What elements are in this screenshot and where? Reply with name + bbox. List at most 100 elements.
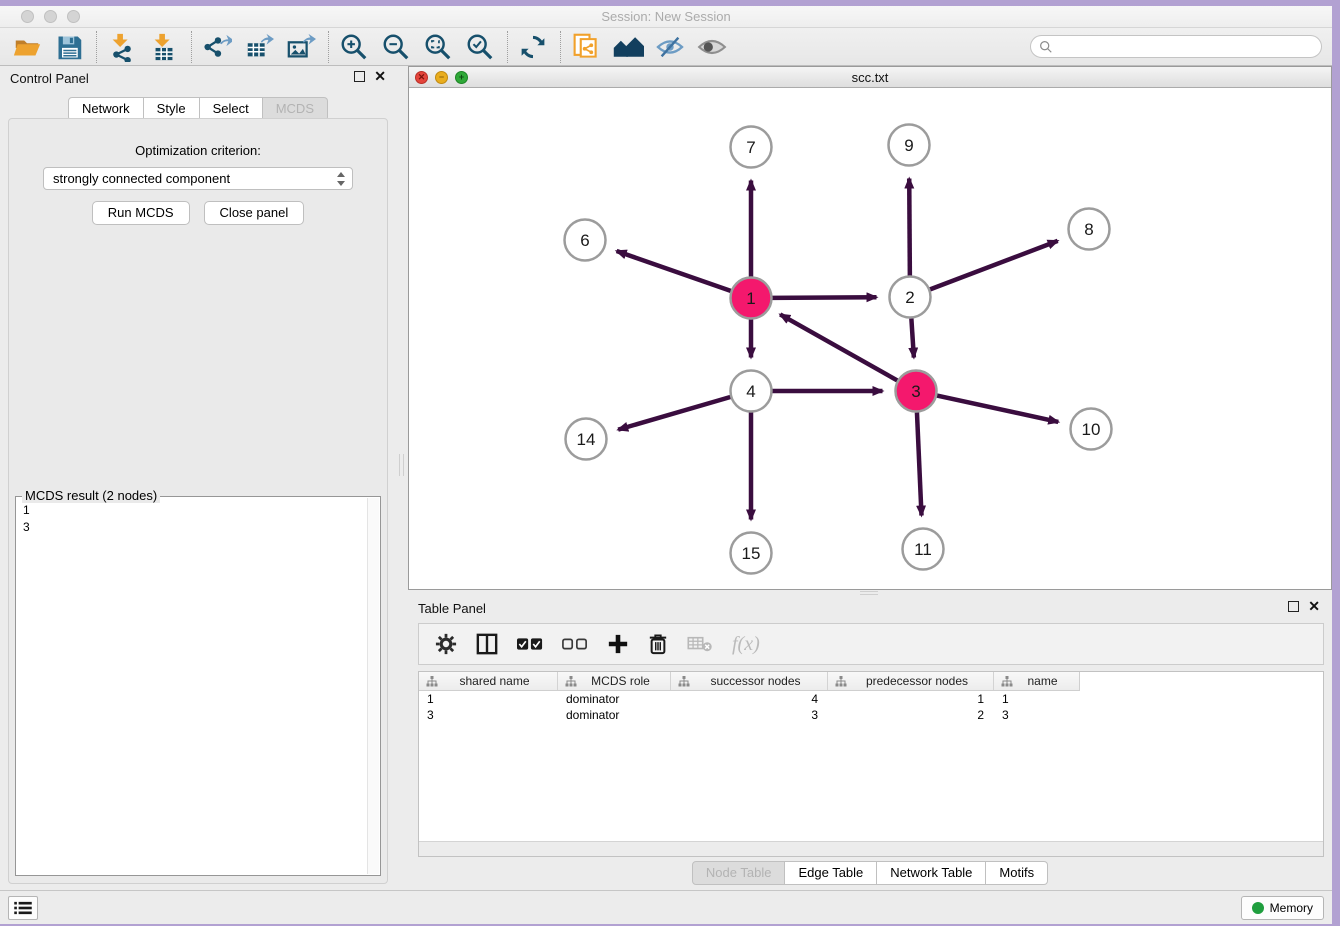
delete-table-icon (687, 635, 713, 653)
column-header-shared-name[interactable]: shared name (419, 672, 558, 690)
table-row[interactable]: 1dominator411 (419, 691, 1323, 707)
export-image-button[interactable] (284, 31, 318, 63)
close-panel-icon[interactable]: ✕ (1308, 601, 1320, 612)
table-cell: 1 (828, 691, 994, 707)
application-window: Session: New Session (0, 6, 1332, 924)
column-header-name[interactable]: name (994, 672, 1078, 690)
tab-motifs[interactable]: Motifs (986, 861, 1048, 885)
graph-node-label: 3 (911, 382, 920, 401)
zoom-selected-button[interactable] (463, 31, 497, 63)
graph-node-6[interactable]: 6 (565, 220, 606, 261)
node-table: shared nameMCDS role successor nodesprede… (418, 671, 1324, 857)
graph-edge-2-9[interactable] (909, 178, 910, 275)
search-field[interactable] (1030, 35, 1322, 58)
optimization-criterion-dropdown[interactable]: strongly connected component (43, 167, 353, 190)
graph-edge-4-14[interactable] (618, 397, 730, 430)
table-horizontal-scrollbar[interactable] (419, 841, 1323, 856)
column-label: successor nodes (690, 674, 827, 688)
clone-network-icon (572, 32, 600, 62)
split-columns-button[interactable] (476, 631, 498, 657)
add-column-button[interactable] (607, 631, 629, 657)
gear-icon (435, 633, 457, 655)
vertical-splitter-handle[interactable] (399, 454, 404, 476)
toolbar-separator (96, 31, 97, 63)
import-network-button[interactable] (105, 31, 139, 63)
home-layout-button[interactable] (611, 31, 645, 63)
column-header-MCDS-role[interactable]: MCDS role (558, 672, 671, 690)
refresh-button[interactable] (516, 31, 550, 63)
tab-node-table[interactable]: Node Table (692, 861, 786, 885)
tab-edge-table[interactable]: Edge Table (785, 861, 877, 885)
delete-column-button[interactable] (648, 631, 668, 657)
show-all-button[interactable] (695, 31, 729, 63)
graph-edge-2-3[interactable] (911, 318, 913, 357)
column-tree-icon (835, 676, 847, 687)
memory-status-icon (1252, 902, 1264, 914)
column-header-predecessor-nodes[interactable]: predecessor nodes (828, 672, 994, 690)
column-tree-icon (1001, 676, 1013, 687)
float-panel-icon[interactable] (354, 71, 365, 82)
graph-edge-1-2[interactable] (772, 297, 876, 298)
mcds-result-list[interactable]: 13 (17, 500, 366, 874)
main-toolbar (0, 28, 1332, 66)
graph-node-7[interactable]: 7 (731, 127, 772, 168)
export-network-button[interactable] (200, 31, 234, 63)
save-session-button[interactable] (52, 31, 86, 63)
graph-edge-3-11[interactable] (917, 412, 922, 515)
function-builder-button[interactable]: f(x) (732, 631, 760, 657)
graph-node-8[interactable]: 8 (1069, 209, 1110, 250)
graph-edge-1-6[interactable] (617, 251, 731, 291)
plus-icon (607, 633, 629, 655)
export-table-button[interactable] (242, 31, 276, 63)
zoom-fit-button[interactable] (421, 31, 455, 63)
graph-node-15[interactable]: 15 (731, 533, 772, 574)
graph-node-label: 2 (905, 288, 914, 307)
memory-button[interactable]: Memory (1241, 896, 1324, 920)
float-panel-icon[interactable] (1288, 601, 1299, 612)
column-tree-icon (678, 676, 690, 687)
graph-node-3[interactable]: 3 (896, 371, 937, 412)
graph-node-label: 9 (904, 136, 913, 155)
zoom-out-icon (381, 32, 411, 62)
graph-node-14[interactable]: 14 (566, 419, 607, 460)
run-mcds-button[interactable]: Run MCDS (92, 201, 190, 225)
graph-node-2[interactable]: 2 (890, 277, 931, 318)
result-line: 3 (23, 519, 360, 536)
open-session-button[interactable] (10, 31, 44, 63)
column-header-successor-nodes[interactable]: successor nodes (671, 672, 828, 690)
table-panel-title: Table Panel (418, 601, 486, 616)
optimization-criterion-label: Optimization criterion: (9, 143, 387, 158)
column-tree-icon (426, 676, 438, 687)
select-all-button[interactable] (517, 631, 543, 657)
open-folder-icon (12, 32, 42, 62)
graph-node-10[interactable]: 10 (1071, 409, 1112, 450)
close-panel-icon[interactable]: ✕ (374, 71, 386, 82)
graph-edge-3-1[interactable] (780, 314, 897, 380)
network-graph: 7 9 6 8 1 2 4 3 14 10 15 11 (409, 88, 1331, 589)
search-icon (1039, 40, 1053, 54)
table-cell: 4 (671, 691, 828, 707)
graph-node-9[interactable]: 9 (889, 125, 930, 166)
close-panel-button[interactable]: Close panel (204, 201, 305, 225)
hide-selected-button[interactable] (653, 31, 687, 63)
network-canvas[interactable]: 7 9 6 8 1 2 4 3 14 10 15 11 (409, 88, 1331, 589)
import-table-button[interactable] (147, 31, 181, 63)
deselect-all-button[interactable] (562, 631, 588, 657)
graph-node-4[interactable]: 4 (731, 371, 772, 412)
zoom-in-button[interactable] (337, 31, 371, 63)
table-row[interactable]: 3dominator323 (419, 707, 1323, 723)
graph-edge-3-10[interactable] (937, 396, 1058, 422)
search-input[interactable] (1057, 37, 1313, 56)
graph-node-1[interactable]: 1 (731, 278, 772, 319)
control-panel-title: Control Panel (10, 71, 89, 86)
clone-network-button[interactable] (569, 31, 603, 63)
graph-edge-2-8[interactable] (930, 241, 1058, 289)
tab-network-table[interactable]: Network Table (877, 861, 986, 885)
delete-table-button[interactable] (687, 631, 713, 657)
table-panel: Table Panel ✕ (408, 595, 1332, 890)
gear-button[interactable] (435, 631, 457, 657)
task-history-button[interactable] (8, 896, 38, 920)
graph-node-11[interactable]: 11 (903, 529, 944, 570)
result-scrollbar[interactable] (367, 498, 379, 874)
zoom-out-button[interactable] (379, 31, 413, 63)
